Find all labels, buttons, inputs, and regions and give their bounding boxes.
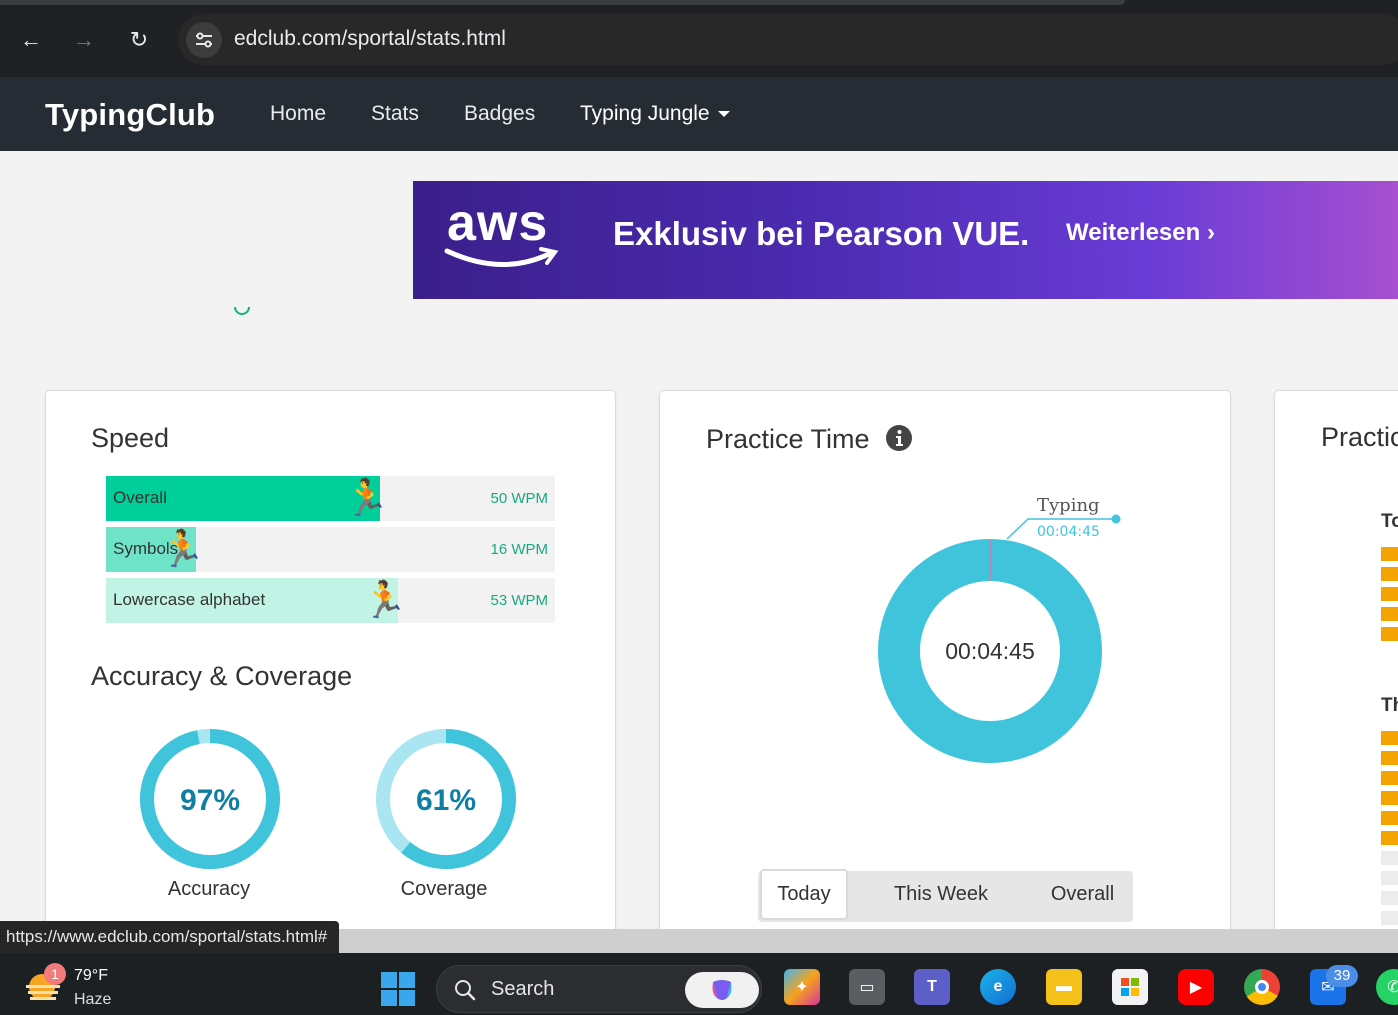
search-placeholder: Search: [491, 978, 555, 1000]
activity-bar-empty: [1381, 871, 1398, 885]
activity-bar: [1381, 607, 1398, 621]
reload-icon[interactable]: ↻: [121, 22, 157, 58]
activity-bar-empty: [1381, 911, 1398, 925]
activity-bar: [1381, 567, 1398, 581]
youtube-icon[interactable]: ▶: [1178, 969, 1214, 1005]
ad-headline: Exklusiv bei Pearson VUE.: [613, 215, 1030, 252]
legend-label: Typing: [1037, 495, 1100, 516]
speed-title: Speed: [91, 423, 170, 453]
weather-temp[interactable]: 79°F: [74, 967, 108, 985]
windows-taskbar: 1 79°F Haze Search ✦ ▭ T e ▬ ▶ ✉ ✆: [0, 953, 1398, 1015]
small-green-shape: [234, 307, 250, 315]
practice-details-card: Practic To Th: [1274, 390, 1398, 950]
tab-strip: [0, 0, 1125, 5]
speed-row-overall: Overall 🏃 50 WPM: [106, 476, 555, 521]
search-icon: [455, 980, 476, 1001]
aws-logo: aws: [447, 194, 549, 252]
teams-icon[interactable]: T: [914, 969, 950, 1005]
nav-badges[interactable]: Badges: [464, 102, 535, 126]
coverage-label: Coverage: [400, 878, 488, 900]
windows-start-icon[interactable]: [380, 971, 416, 1007]
speed-row-label: Overall: [113, 488, 167, 507]
practice-time-title: Practice Time: [706, 424, 870, 454]
activity-bar: [1381, 547, 1398, 561]
weather-desc[interactable]: Haze: [74, 991, 111, 1009]
runner-icon: 🏃: [362, 579, 407, 620]
activity-bar-empty: [1381, 851, 1398, 865]
address-bar[interactable]: edclub.com/sportal/stats.html: [178, 14, 1398, 65]
nav-stats[interactable]: Stats: [371, 102, 419, 126]
legend-dot: [1111, 514, 1121, 524]
activity-bar: [1381, 751, 1398, 765]
site-info-icon[interactable]: [186, 22, 222, 58]
forward-icon[interactable]: →: [66, 22, 102, 58]
nav-typing-jungle-label: Typing Jungle: [580, 102, 710, 125]
activity-bar: [1381, 831, 1398, 845]
speed-row-symbols: Symbols 🏃 16 WPM: [106, 527, 555, 572]
accuracy-value: 97%: [180, 784, 240, 817]
copilot-icon: [712, 980, 732, 1000]
site-navbar: TypingClub Home Stats Badges Typing Jung…: [0, 77, 1398, 151]
microsoft-store-icon[interactable]: [1112, 969, 1148, 1005]
status-url-tooltip: https://www.edclub.com/sportal/stats.htm…: [0, 921, 340, 953]
practice-donut: Typing 00:04:45 00:04:45: [878, 495, 1121, 763]
coverage-ring: 61%: [376, 729, 516, 869]
taskbar-search[interactable]: Search: [436, 965, 762, 1013]
activity-bar: [1381, 791, 1398, 805]
runner-icon: 🏃: [344, 477, 389, 518]
activity-bar: [1381, 771, 1398, 785]
nav-typing-jungle-dropdown[interactable]: Typing Jungle: [580, 102, 730, 126]
mail-count-badge: 39: [1326, 965, 1358, 987]
speed-row-lowercase: Lowercase alphabet 🏃 53 WPM: [106, 578, 555, 623]
brand-logo[interactable]: TypingClub: [45, 97, 215, 133]
whatsapp-icon[interactable]: ✆: [1376, 969, 1398, 1005]
task-view-icon[interactable]: ▭: [849, 969, 885, 1005]
info-icon[interactable]: [885, 424, 913, 452]
coverage-value: 61%: [416, 784, 476, 817]
activity-bar: [1381, 731, 1398, 745]
section-heading-1: To: [1381, 511, 1398, 532]
ad-cta-link[interactable]: Weiterlesen ›: [1066, 219, 1215, 247]
accuracy-label: Accuracy: [167, 878, 251, 900]
runner-icon: 🏃: [160, 528, 205, 569]
back-icon[interactable]: ←: [13, 22, 49, 58]
speed-card: Speed Overall 🏃 50 WPM Symbols 🏃 16 WPM …: [45, 390, 616, 950]
tab-today[interactable]: Today: [760, 869, 848, 920]
tab-overall[interactable]: Overall: [1030, 869, 1135, 920]
activity-bar-empty: [1381, 891, 1398, 905]
accuracy-ring: 97%: [140, 729, 280, 869]
activity-bar: [1381, 811, 1398, 825]
file-explorer-icon[interactable]: ▬: [1046, 969, 1082, 1005]
tab-this-week[interactable]: This Week: [872, 869, 1010, 920]
caret-down-icon: [717, 111, 730, 118]
donut-center-time: 00:04:45: [945, 638, 1035, 664]
activity-bar: [1381, 627, 1398, 641]
edge-browser-icon[interactable]: e: [980, 969, 1016, 1005]
url-text[interactable]: edclub.com/sportal/stats.html: [234, 27, 506, 51]
chrome-icon[interactable]: [1244, 969, 1280, 1005]
third-card-title: Practic: [1321, 422, 1398, 452]
weather-notification-badge: 1: [44, 963, 66, 985]
legend-time: 00:04:45: [1037, 524, 1100, 540]
ad-banner[interactable]: aws Exklusiv bei Pearson VUE. Weiterlese…: [413, 181, 1398, 299]
practice-time-card: Practice Time Typing 00:04:45 00:04:45 T…: [659, 390, 1231, 950]
aws-smile-icon: [444, 247, 559, 267]
accuracy-coverage-title: Accuracy & Coverage: [91, 661, 353, 691]
browser-toolbar: ← → ↻ edclub.com/sportal/stats.html: [0, 0, 1398, 77]
section-heading-2: Th: [1381, 695, 1398, 716]
speed-row-value: 53 WPM: [490, 592, 548, 609]
copilot-search-button[interactable]: [685, 972, 759, 1008]
speed-row-value: 50 WPM: [490, 490, 548, 507]
copilot-pre-app-icon[interactable]: ✦: [784, 969, 820, 1005]
speed-row-label: Lowercase alphabet: [113, 590, 266, 609]
speed-row-value: 16 WPM: [490, 541, 548, 558]
activity-bar: [1381, 587, 1398, 601]
nav-home[interactable]: Home: [270, 102, 326, 126]
